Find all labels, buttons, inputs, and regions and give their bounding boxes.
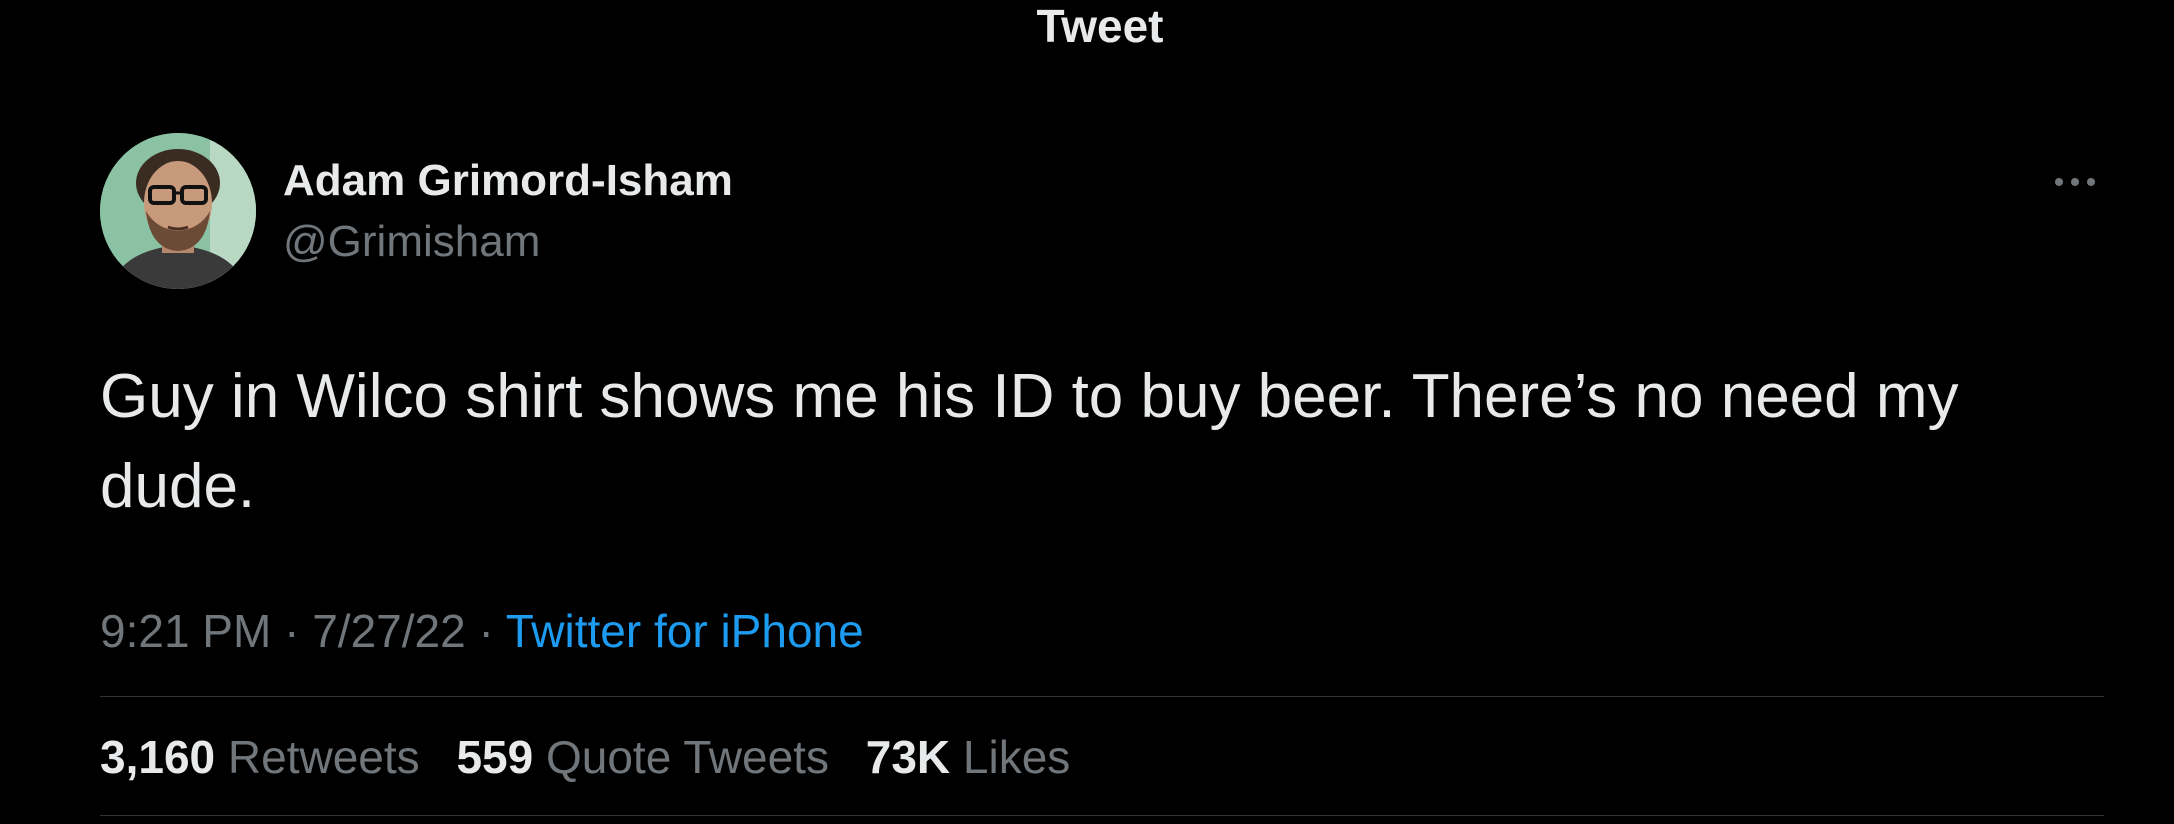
more-horizontal-icon — [2055, 178, 2095, 186]
tweet-metadata: 9:21 PM · 7/27/22 · Twitter for iPhone — [100, 605, 864, 657]
author-handle[interactable]: @Grimisham — [283, 216, 540, 268]
tweet-text: Guy in Wilco shirt shows me his ID to bu… — [100, 362, 1959, 521]
quote-tweets-stat[interactable]: 559 Quote Tweets — [456, 731, 829, 783]
likes-stat[interactable]: 73K Likes — [866, 731, 1071, 783]
meta-separator: · — [478, 605, 494, 657]
more-options-button[interactable] — [2052, 164, 2098, 200]
meta-separator: · — [284, 605, 300, 657]
retweets-label: Retweets — [227, 731, 420, 783]
tweet-stats: 3,160 Retweets 559 Quote Tweets 73K Like… — [100, 731, 1094, 783]
likes-label: Likes — [962, 731, 1071, 783]
quote-tweets-count: 559 — [456, 731, 534, 783]
page-title: Tweet — [1036, 0, 1164, 52]
divider — [100, 696, 2104, 697]
tweet-source-link[interactable]: Twitter for iPhone — [506, 605, 864, 657]
avatar-photo-icon — [100, 133, 256, 289]
retweets-stat[interactable]: 3,160 Retweets — [100, 731, 420, 783]
tweet-time[interactable]: 9:21 PM — [100, 605, 271, 657]
likes-count: 73K — [865, 731, 951, 783]
avatar[interactable] — [100, 133, 256, 289]
author-name[interactable]: Adam Grimord-Isham — [283, 155, 733, 207]
quote-tweets-label: Quote Tweets — [545, 731, 829, 783]
divider — [100, 815, 2104, 816]
tweet-date[interactable]: 7/27/22 — [312, 605, 465, 657]
retweets-count: 3,160 — [100, 731, 216, 783]
